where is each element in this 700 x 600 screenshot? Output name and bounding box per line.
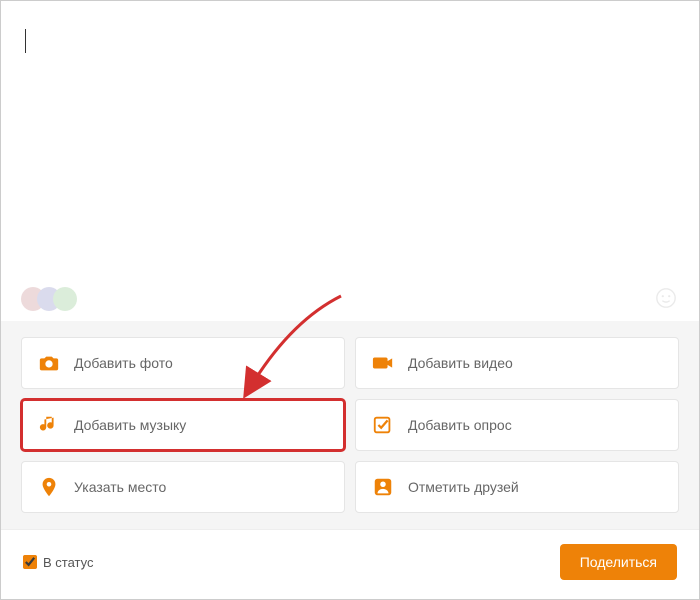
camera-icon [38, 352, 60, 374]
action-label: Добавить опрос [408, 417, 512, 433]
location-pin-icon [38, 476, 60, 498]
composer-toolbar [21, 287, 679, 311]
person-tag-icon [372, 476, 394, 498]
action-label: Добавить видео [408, 355, 513, 371]
tag-friends-button[interactable]: Отметить друзей [355, 461, 679, 513]
add-music-button[interactable]: Добавить музыку [21, 399, 345, 451]
checkbox-poll-icon [372, 414, 394, 436]
music-note-icon [38, 414, 60, 436]
post-composer-modal: Добавить фото Добавить видео Добавить му… [0, 0, 700, 600]
modal-footer: В статус Поделиться [1, 529, 699, 594]
add-photo-button[interactable]: Добавить фото [21, 337, 345, 389]
background-color-picker[interactable] [21, 287, 69, 311]
text-cursor [25, 29, 26, 53]
emoji-icon[interactable] [655, 287, 679, 311]
add-video-button[interactable]: Добавить видео [355, 337, 679, 389]
composer-area [1, 1, 699, 321]
action-label: Указать место [74, 479, 166, 495]
video-camera-icon [372, 352, 394, 374]
action-label: Добавить музыку [74, 417, 186, 433]
color-circle[interactable] [53, 287, 77, 311]
add-poll-button[interactable]: Добавить опрос [355, 399, 679, 451]
status-checkbox-wrapper[interactable]: В статус [23, 555, 94, 570]
status-label: В статус [43, 555, 94, 570]
status-checkbox[interactable] [23, 555, 37, 569]
composer-input[interactable] [25, 21, 675, 261]
action-label: Добавить фото [74, 355, 173, 371]
action-label: Отметить друзей [408, 479, 519, 495]
attachments-panel: Добавить фото Добавить видео Добавить му… [1, 321, 699, 529]
add-place-button[interactable]: Указать место [21, 461, 345, 513]
share-button[interactable]: Поделиться [560, 544, 677, 580]
